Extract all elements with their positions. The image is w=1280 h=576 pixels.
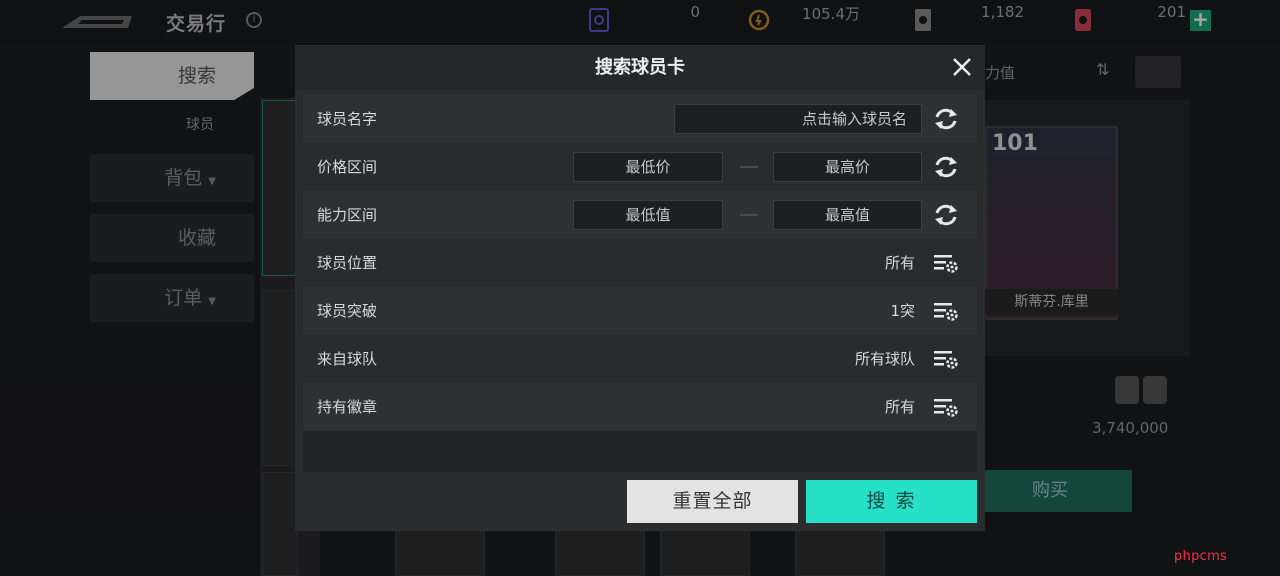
breakthrough-value: 1突	[890, 302, 915, 320]
row-label: 能力区间	[317, 206, 378, 224]
min-price-input[interactable]: 最低价	[573, 152, 723, 182]
filter-settings-icon[interactable]	[933, 347, 959, 371]
row-label: 价格区间	[317, 158, 378, 176]
search-button[interactable]: 搜 索	[806, 480, 977, 523]
min-ability-input[interactable]: 最低值	[573, 200, 723, 230]
range-dash	[740, 166, 758, 168]
position-value: 所有	[884, 254, 915, 272]
filter-row-team[interactable]: 来自球队 所有球队	[303, 335, 977, 383]
refresh-icon[interactable]	[933, 155, 959, 179]
filter-settings-icon[interactable]	[933, 299, 959, 323]
row-label: 球员位置	[317, 254, 378, 272]
filter-settings-icon[interactable]	[933, 251, 959, 275]
filter-row-position[interactable]: 球员位置 所有	[303, 239, 977, 287]
row-label: 持有徽章	[317, 398, 378, 416]
reset-all-button[interactable]: 重置全部	[627, 480, 798, 523]
filter-row-player-name: 球员名字 点击输入球员名	[303, 95, 977, 143]
close-icon[interactable]	[948, 53, 976, 81]
search-player-modal: 搜索球员卡 球员名字 点击输入球员名 价格区间 最低价 最高价 能力区间 最低值	[295, 45, 985, 531]
refresh-icon[interactable]	[933, 107, 959, 131]
watermark: phpcms	[1174, 549, 1228, 564]
max-price-input[interactable]: 最高价	[773, 152, 922, 182]
team-value: 所有球队	[854, 350, 915, 368]
row-label: 球员突破	[317, 302, 378, 320]
modal-title: 搜索球员卡	[595, 57, 685, 78]
row-label: 球员名字	[317, 110, 378, 128]
filter-row-badge[interactable]: 持有徽章 所有	[303, 383, 977, 431]
filter-row-price-range: 价格区间 最低价 最高价	[303, 143, 977, 191]
range-dash	[740, 214, 758, 216]
refresh-icon[interactable]	[933, 203, 959, 227]
filter-settings-icon[interactable]	[933, 395, 959, 419]
filter-row-breakthrough[interactable]: 球员突破 1突	[303, 287, 977, 335]
filter-row-ability-range: 能力区间 最低值 最高值	[303, 191, 977, 239]
max-ability-input[interactable]: 最高值	[773, 200, 922, 230]
player-name-input[interactable]: 点击输入球员名	[674, 104, 922, 134]
badge-value: 所有	[884, 398, 915, 416]
row-label: 来自球队	[317, 350, 378, 368]
